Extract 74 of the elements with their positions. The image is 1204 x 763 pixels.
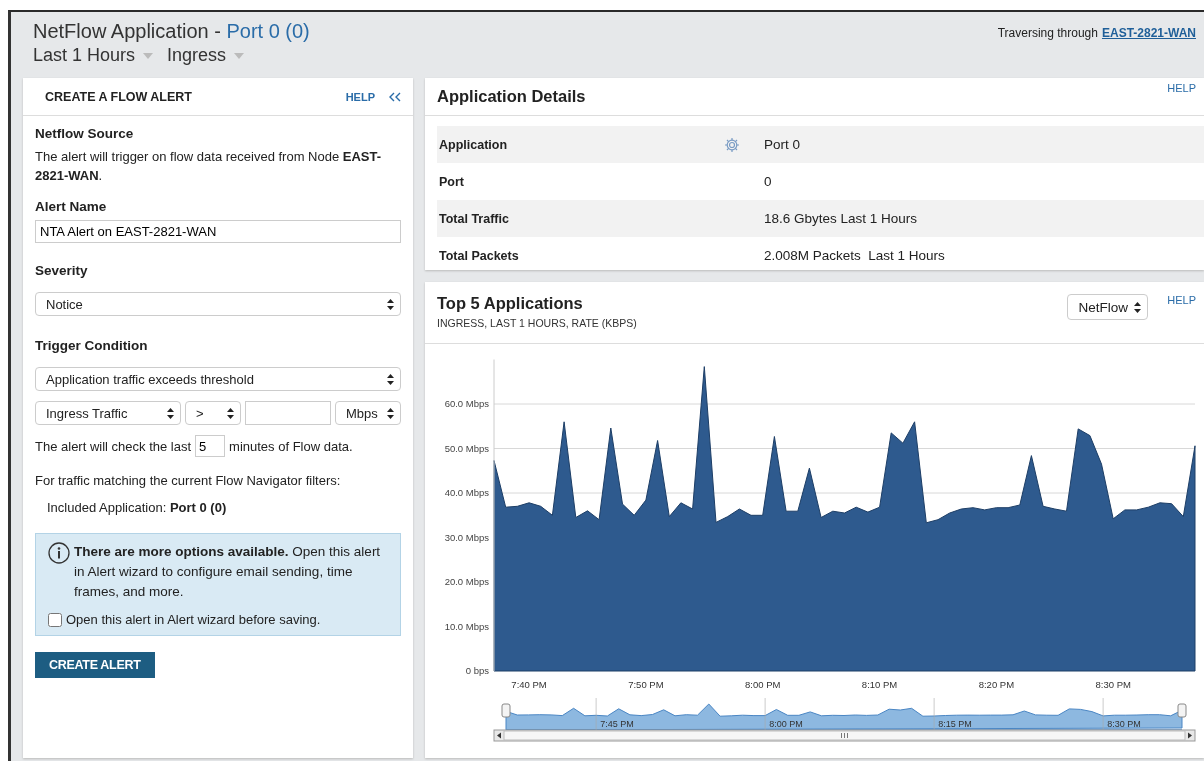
source-select[interactable]: NetFlow — [1067, 294, 1148, 320]
navigator-label: 8:15 PM — [938, 719, 972, 729]
axis-label: 60.0 Mbps — [444, 398, 489, 409]
detail-value: Port 0 — [764, 137, 801, 152]
up-down-arrows-icon — [387, 298, 394, 310]
section-heading: Netflow Source — [35, 126, 135, 141]
minutes-field[interactable]: 5 — [195, 435, 226, 457]
up-down-arrows-icon — [387, 407, 394, 419]
axis-label: 20.0 Mbps — [444, 576, 489, 587]
field-label: Severity — [35, 263, 89, 278]
panel-title: Top 5 Applications — [437, 294, 584, 313]
up-down-arrows-icon — [167, 407, 174, 419]
axis-label: 10.0 Mbps — [444, 620, 489, 632]
navigator-label: 7:45 PM — [600, 719, 634, 729]
axis-label: 8:00 PM — [745, 679, 781, 690]
scrollbar[interactable] — [493, 729, 1196, 742]
alert-name-field[interactable]: NTA Alert on EAST-2821-WAN — [35, 220, 401, 243]
axis-label: 8:30 PM — [1095, 679, 1131, 690]
filter-text: For traffic matching the current Flow Navigator filters: — [35, 472, 342, 490]
detail-label: Port — [438, 174, 465, 189]
up-down-arrows-icon — [227, 407, 234, 419]
help-link[interactable]: HELP — [1167, 294, 1196, 306]
collapse-icon[interactable] — [389, 91, 401, 102]
help-link[interactable]: HELP — [1167, 82, 1196, 94]
traversing-label: Traversing through — [997, 26, 1098, 42]
operator-select[interactable]: > — [185, 401, 241, 425]
axis-label: 8:10 PM — [861, 679, 898, 690]
detail-label: Total Traffic — [438, 211, 510, 226]
metric-select[interactable]: Ingress Traffic — [35, 401, 181, 425]
chart-subtitle: INGRESS, LAST 1 HOURS, RATE (KBPS) — [437, 317, 637, 329]
direction-dropdown[interactable]: Ingress — [167, 45, 245, 66]
navigator-label: 8:00 PM — [769, 719, 803, 729]
axis-label: 50.0 Mbps — [444, 442, 489, 454]
field-label: Trigger Condition — [35, 338, 149, 353]
check-text: The alert will check the last — [35, 438, 192, 454]
up-down-arrows-icon — [387, 373, 394, 385]
page-title: NetFlow Application - — [33, 20, 222, 43]
severity-select[interactable]: Notice — [35, 292, 401, 316]
caret-icon — [234, 52, 245, 59]
help-link[interactable]: HELP — [345, 90, 375, 103]
panel-title: Application Details — [437, 87, 586, 106]
included-text: Included Application: Port 0 (0) — [47, 499, 228, 517]
detail-label: Application — [438, 137, 509, 152]
checkbox-label: Open this alert in Alert wizard before saving. — [66, 612, 321, 627]
axis-label: 0 bps — [465, 665, 489, 676]
axis-label: 7:50 PM — [628, 679, 664, 690]
check-text: minutes of Flow data. — [229, 438, 353, 454]
info-text: There are more options available. Open this alert in Alert wizard to configure email sending, time frames, and more. — [74, 543, 382, 601]
up-down-arrows-icon — [1134, 301, 1141, 313]
detail-value: 0 — [764, 174, 772, 189]
panel-title: CREATE A FLOW ALERT — [45, 89, 193, 104]
node-link[interactable]: EAST-2821-WAN — [1101, 26, 1196, 70]
range-handle[interactable] — [501, 703, 511, 718]
create-alert-button[interactable]: CREATE ALERT — [35, 652, 155, 678]
application-link[interactable]: Port 0 (0) — [226, 20, 310, 43]
time-range-dropdown[interactable]: Last 1 Hours — [33, 45, 154, 66]
gear-icon[interactable] — [724, 136, 740, 153]
navigator-label: 8:30 PM — [1107, 719, 1141, 729]
field-label: Alert Name — [35, 199, 108, 214]
detail-value: 18.6 Gbytes Last 1 Hours — [764, 211, 918, 226]
axis-label: 30.0 Mbps — [444, 531, 489, 543]
caret-icon — [143, 52, 154, 59]
source-text: The alert will trigger on flow data received from Node EAST-2821-WAN. — [35, 148, 383, 185]
info-icon — [48, 542, 70, 564]
axis-label: 40.0 Mbps — [444, 487, 489, 498]
threshold-field[interactable] — [245, 401, 331, 425]
condition-select[interactable]: Application traffic exceeds threshold — [35, 367, 401, 391]
wizard-checkbox[interactable] — [48, 612, 62, 627]
unit-select[interactable]: Mbps — [335, 401, 401, 425]
axis-label: 7:40 PM — [511, 679, 547, 690]
axis-label: 8:20 PM — [978, 679, 1015, 690]
range-handle[interactable] — [1177, 703, 1187, 718]
detail-value: 2.008M Packets Last 1 Hours — [764, 248, 945, 263]
detail-label: Total Packets — [438, 248, 520, 263]
